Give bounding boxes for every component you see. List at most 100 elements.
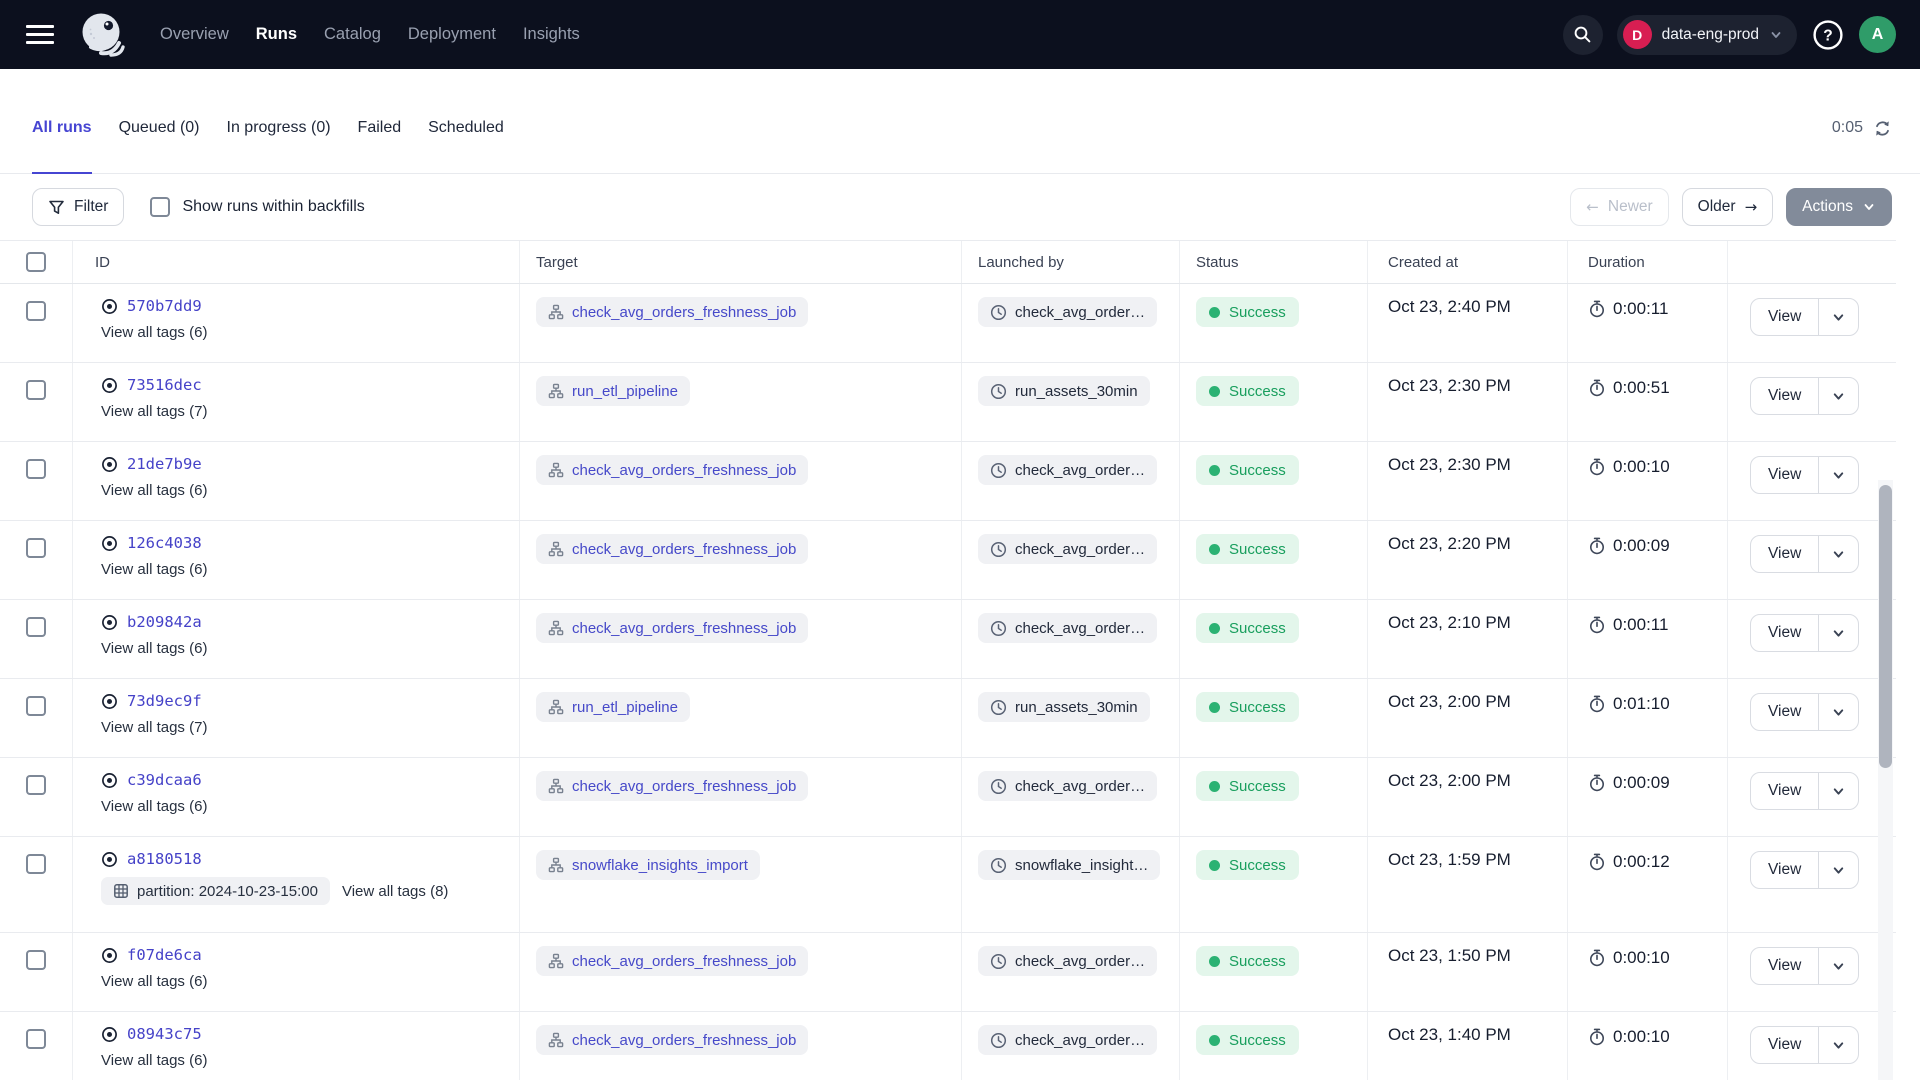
view-button[interactable]: View xyxy=(1751,299,1818,335)
select-all-checkbox[interactable] xyxy=(26,252,46,272)
target-job-pill[interactable]: check_avg_orders_freshness_job xyxy=(536,613,808,643)
view-all-tags-link[interactable]: View all tags (6) xyxy=(101,1052,207,1069)
launched-by-pill[interactable]: snowflake_insight… xyxy=(978,850,1160,880)
run-id-link[interactable]: 570b7dd9 xyxy=(127,297,202,315)
view-dropdown-button[interactable] xyxy=(1818,536,1858,572)
tab-in-progress[interactable]: In progress (0) xyxy=(227,83,331,173)
refresh-icon[interactable] xyxy=(1873,119,1892,138)
tab-failed[interactable]: Failed xyxy=(358,83,402,173)
tab-all-runs[interactable]: All runs xyxy=(32,83,92,173)
row-checkbox[interactable] xyxy=(26,854,46,874)
status-badge[interactable]: Success xyxy=(1196,297,1299,327)
view-button[interactable]: View xyxy=(1751,948,1818,984)
search-button[interactable] xyxy=(1563,15,1603,55)
launched-by-pill[interactable]: check_avg_order… xyxy=(978,613,1157,643)
run-id-link[interactable]: 21de7b9e xyxy=(127,455,202,473)
partition-tag[interactable]: partition: 2024-10-23-15:00 xyxy=(101,877,330,905)
launched-by-pill[interactable]: check_avg_order… xyxy=(978,771,1157,801)
row-checkbox[interactable] xyxy=(26,696,46,716)
run-id-link[interactable]: f07de6ca xyxy=(127,946,202,964)
status-badge[interactable]: Success xyxy=(1196,1025,1299,1055)
target-job-pill[interactable]: check_avg_orders_freshness_job xyxy=(536,946,808,976)
view-dropdown-button[interactable] xyxy=(1818,694,1858,730)
status-badge[interactable]: Success xyxy=(1196,455,1299,485)
row-checkbox[interactable] xyxy=(26,1029,46,1049)
launched-by-pill[interactable]: check_avg_order… xyxy=(978,297,1157,327)
run-id-link[interactable]: b209842a xyxy=(127,613,202,631)
target-job-pill[interactable]: snowflake_insights_import xyxy=(536,850,760,880)
nav-item-runs[interactable]: Runs xyxy=(256,25,297,44)
menu-icon[interactable] xyxy=(26,25,54,44)
view-button[interactable]: View xyxy=(1751,457,1818,493)
launched-by-pill[interactable]: check_avg_order… xyxy=(978,946,1157,976)
row-checkbox[interactable] xyxy=(26,538,46,558)
nav-item-insights[interactable]: Insights xyxy=(523,25,580,44)
view-dropdown-button[interactable] xyxy=(1818,852,1858,888)
launched-by-pill[interactable]: run_assets_30min xyxy=(978,376,1150,406)
view-all-tags-link[interactable]: View all tags (6) xyxy=(101,798,207,815)
actions-button[interactable]: Actions xyxy=(1786,188,1892,226)
status-badge[interactable]: Success xyxy=(1196,534,1299,564)
target-job-pill[interactable]: check_avg_orders_freshness_job xyxy=(536,1025,808,1055)
view-dropdown-button[interactable] xyxy=(1818,1027,1858,1063)
view-dropdown-button[interactable] xyxy=(1818,615,1858,651)
workspace-switcher[interactable]: D data-eng-prod xyxy=(1617,15,1797,55)
status-badge[interactable]: Success xyxy=(1196,946,1299,976)
view-all-tags-link[interactable]: View all tags (6) xyxy=(101,973,207,990)
view-button[interactable]: View xyxy=(1751,378,1818,414)
run-id-link[interactable]: 73516dec xyxy=(127,376,202,394)
run-id-link[interactable]: c39dcaa6 xyxy=(127,771,202,789)
older-button[interactable]: Older → xyxy=(1682,188,1773,226)
row-checkbox[interactable] xyxy=(26,950,46,970)
row-checkbox[interactable] xyxy=(26,301,46,321)
row-checkbox[interactable] xyxy=(26,380,46,400)
view-all-tags-link[interactable]: View all tags (8) xyxy=(342,883,448,900)
view-dropdown-button[interactable] xyxy=(1818,457,1858,493)
nav-item-catalog[interactable]: Catalog xyxy=(324,25,381,44)
show-backfills-checkbox[interactable] xyxy=(150,197,170,217)
help-icon[interactable]: ? xyxy=(1811,18,1845,52)
scrollbar-thumb[interactable] xyxy=(1879,485,1892,768)
view-button[interactable]: View xyxy=(1751,694,1818,730)
status-badge[interactable]: Success xyxy=(1196,850,1299,880)
target-job-pill[interactable]: run_etl_pipeline xyxy=(536,692,690,722)
row-checkbox[interactable] xyxy=(26,775,46,795)
view-all-tags-link[interactable]: View all tags (6) xyxy=(101,640,207,657)
view-button[interactable]: View xyxy=(1751,536,1818,572)
launched-by-pill[interactable]: run_assets_30min xyxy=(978,692,1150,722)
view-button[interactable]: View xyxy=(1751,1027,1818,1063)
view-dropdown-button[interactable] xyxy=(1818,948,1858,984)
target-job-pill[interactable]: run_etl_pipeline xyxy=(536,376,690,406)
target-job-pill[interactable]: check_avg_orders_freshness_job xyxy=(536,455,808,485)
run-id-link[interactable]: 73d9ec9f xyxy=(127,692,202,710)
target-job-pill[interactable]: check_avg_orders_freshness_job xyxy=(536,771,808,801)
scrollbar-track[interactable] xyxy=(1878,480,1893,1080)
view-all-tags-link[interactable]: View all tags (7) xyxy=(101,719,207,736)
launched-by-pill[interactable]: check_avg_order… xyxy=(978,534,1157,564)
view-button[interactable]: View xyxy=(1751,615,1818,651)
newer-button[interactable]: ← Newer xyxy=(1570,188,1668,226)
status-badge[interactable]: Success xyxy=(1196,692,1299,722)
view-dropdown-button[interactable] xyxy=(1818,299,1858,335)
nav-item-overview[interactable]: Overview xyxy=(160,25,229,44)
tab-queued[interactable]: Queued (0) xyxy=(119,83,200,173)
launched-by-pill[interactable]: check_avg_order… xyxy=(978,1025,1157,1055)
view-dropdown-button[interactable] xyxy=(1818,378,1858,414)
view-all-tags-link[interactable]: View all tags (6) xyxy=(101,561,207,578)
status-badge[interactable]: Success xyxy=(1196,376,1299,406)
tab-scheduled[interactable]: Scheduled xyxy=(428,83,504,173)
row-checkbox[interactable] xyxy=(26,459,46,479)
view-all-tags-link[interactable]: View all tags (6) xyxy=(101,482,207,499)
user-avatar[interactable]: A xyxy=(1859,16,1896,53)
run-id-link[interactable]: a8180518 xyxy=(127,850,202,868)
status-badge[interactable]: Success xyxy=(1196,613,1299,643)
nav-item-deployment[interactable]: Deployment xyxy=(408,25,496,44)
run-id-link[interactable]: 126c4038 xyxy=(127,534,202,552)
view-dropdown-button[interactable] xyxy=(1818,773,1858,809)
filter-button[interactable]: Filter xyxy=(32,188,124,226)
target-job-pill[interactable]: check_avg_orders_freshness_job xyxy=(536,534,808,564)
run-id-link[interactable]: 08943c75 xyxy=(127,1025,202,1043)
view-all-tags-link[interactable]: View all tags (6) xyxy=(101,324,207,341)
status-badge[interactable]: Success xyxy=(1196,771,1299,801)
view-all-tags-link[interactable]: View all tags (7) xyxy=(101,403,207,420)
